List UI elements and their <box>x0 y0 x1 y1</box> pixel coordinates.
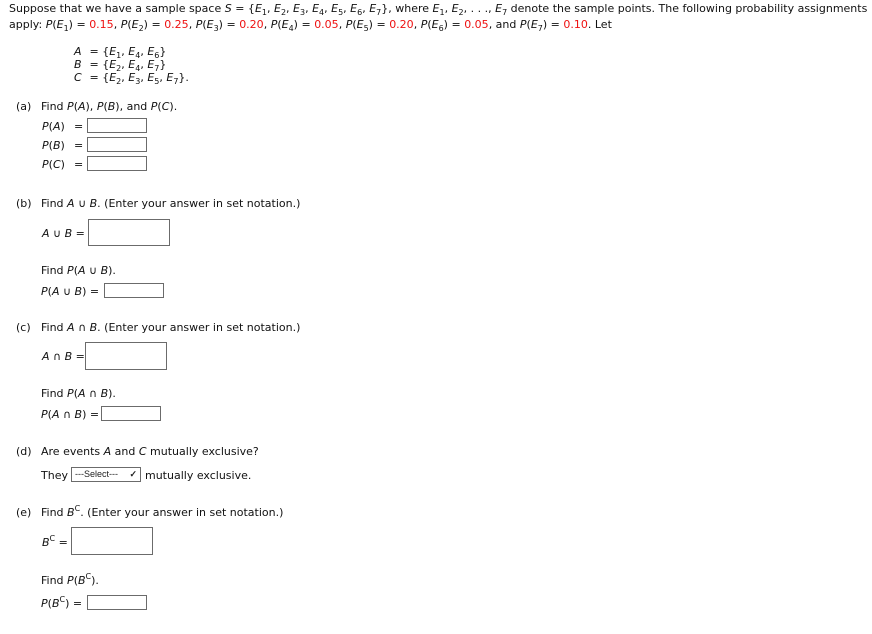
part-e-question: Find BC. (Enter your answer in set notat… <box>41 505 284 520</box>
complement-answer-label: BC = <box>42 534 68 550</box>
union-set-input[interactable] <box>88 219 170 246</box>
question-text: . (Enter your answer in set notation.) <box>97 197 301 210</box>
question-text: Find <box>41 321 68 334</box>
union-expression: A ∪ B <box>67 197 98 210</box>
set-A-definition: A = {E1, E4, E6} <box>74 45 167 60</box>
part-c-question: Find A ∩ B. (Enter your answer in set no… <box>41 321 300 334</box>
probability-value: 0.10 <box>563 18 588 31</box>
question-text: . (Enter your answer in set notation.) <box>80 506 284 519</box>
intersection-prob-label: P(A ∩ B) = <box>41 408 100 421</box>
answer-label-pc: P(C) <box>42 158 65 171</box>
mutually-exclusive-select[interactable]: ---Select--- ✓ <box>71 467 141 482</box>
chevron-down-icon: ✓ <box>129 469 137 479</box>
intersection-prob-input[interactable] <box>101 406 161 421</box>
part-b-label: (b) <box>16 197 32 210</box>
answer-label-pb: P(B) <box>42 139 65 152</box>
probability-value: 0.05 <box>464 18 489 31</box>
intro-line-1: Suppose that we have a sample space S = … <box>9 2 868 17</box>
sample-space-symbol: S <box>224 2 232 15</box>
part-a-question: Find P(A), P(B), and P(C). <box>41 100 178 113</box>
intersection-answer-label: A ∩ B = <box>42 350 85 363</box>
set-definitions: A = {E1, E4, E6} B = {E2, E4, E7} C = {E… <box>74 45 189 86</box>
complement-prob-input[interactable] <box>87 595 147 610</box>
part-e-label: (e) <box>16 506 32 519</box>
part-d-question: Are events A and C mutually exclusive? <box>41 445 259 458</box>
union-prob-label: P(A ∪ B) = <box>41 285 100 298</box>
complement-base: B <box>67 506 75 519</box>
probability-value: 0.20 <box>389 18 414 31</box>
probability-value: 0.25 <box>164 18 189 31</box>
equals-sign: = <box>74 158 84 171</box>
part-d-sentence-suffix: mutually exclusive. <box>145 469 252 482</box>
probability-value: 0.20 <box>239 18 264 31</box>
set-C-definition: C = {E2, E3, E5, E7}. <box>74 71 189 86</box>
union-prob-input[interactable] <box>104 283 164 298</box>
part-c-label: (c) <box>16 321 31 334</box>
intro-apply: apply: <box>9 18 46 31</box>
probability-value: 0.15 <box>89 18 114 31</box>
complement-prob-label: P(BC) = <box>41 595 83 611</box>
complement-set-input[interactable] <box>71 527 153 555</box>
intro-text: Suppose that we have a sample space <box>9 2 225 15</box>
probability-value: 0.05 <box>314 18 339 31</box>
pa-input[interactable] <box>87 118 147 133</box>
part-d-sentence-prefix: They <box>41 469 68 482</box>
pb-input[interactable] <box>87 137 147 152</box>
part-e-prob-question: Find P(BC). <box>41 572 99 588</box>
question-text: Find <box>41 506 68 519</box>
set-B-definition: B = {E2, E4, E7} <box>74 58 167 73</box>
pc-input[interactable] <box>87 156 147 171</box>
intro-line-2: apply: P(E1) = 0.15, P(E2) = 0.25, P(E3)… <box>9 17 612 33</box>
part-a-label: (a) <box>16 100 32 113</box>
select-value: ---Select--- <box>75 469 118 479</box>
intersection-expression: A ∩ B <box>67 321 98 334</box>
answer-label-pa: P(A) <box>42 120 65 133</box>
intersection-set-input[interactable] <box>85 342 167 370</box>
union-answer-label: A ∪ B = <box>42 227 85 240</box>
equals-sign: = <box>74 139 84 152</box>
question-text: Find <box>41 197 68 210</box>
probability-assignments: P(E1) = 0.15, P(E2) = 0.25, P(E3) = 0.20… <box>45 18 588 33</box>
intro-let: . Let <box>587 18 612 31</box>
part-d-label: (d) <box>16 445 32 458</box>
question-text: . (Enter your answer in set notation.) <box>97 321 301 334</box>
part-b-prob-question: Find P(A ∪ B). <box>41 264 116 277</box>
equals-sign: = <box>74 120 84 133</box>
part-c-prob-question: Find P(A ∩ B). <box>41 387 116 400</box>
part-b-question: Find A ∪ B. (Enter your answer in set no… <box>41 197 300 210</box>
